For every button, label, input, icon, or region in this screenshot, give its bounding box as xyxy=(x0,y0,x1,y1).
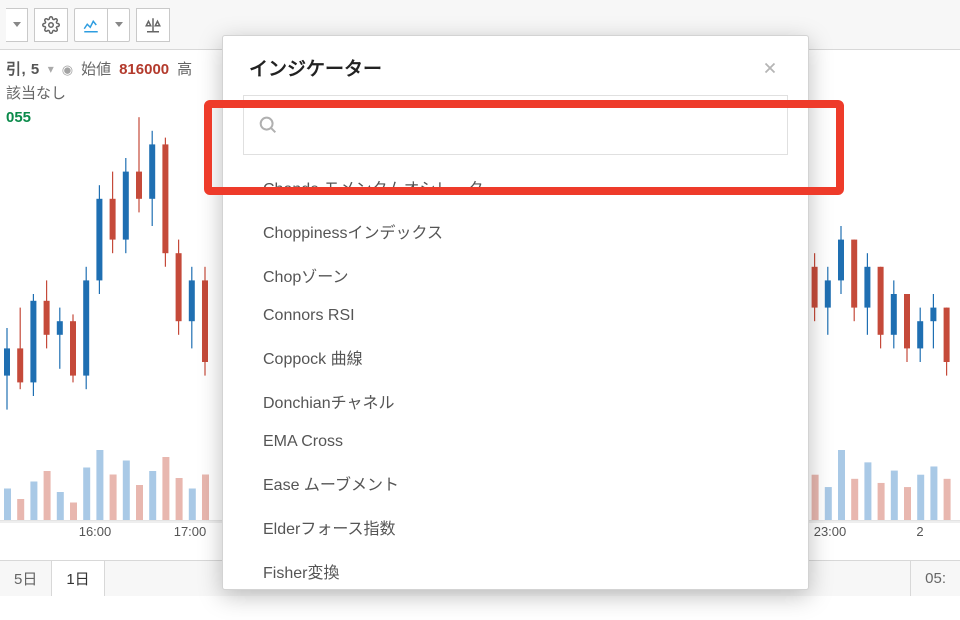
chevron-down-icon[interactable] xyxy=(108,8,130,42)
compare-group xyxy=(136,8,170,42)
xaxis-tick: 2 xyxy=(916,524,923,539)
list-item[interactable]: Coppock 曲線 xyxy=(223,335,808,379)
list-item[interactable]: Choppinessインデックス xyxy=(223,209,808,253)
na-text: 該当なし xyxy=(6,82,66,106)
list-item[interactable]: Elderフォース指数 xyxy=(223,505,808,549)
settings-group xyxy=(34,8,68,42)
search-icon xyxy=(244,114,292,136)
indicators-button[interactable] xyxy=(74,8,108,42)
indicator-list[interactable]: Chande モメンタムオシレーターChoppinessインデックスChopゾー… xyxy=(223,161,808,589)
search-field-wrap xyxy=(243,95,788,155)
close-icon xyxy=(761,59,779,77)
right-time-label: 05: xyxy=(910,561,960,596)
open-label: 始値 xyxy=(81,58,111,82)
indicators-group xyxy=(74,8,130,42)
range-tab-5d[interactable]: 5日 xyxy=(0,561,51,596)
list-item[interactable]: Donchianチャネル xyxy=(223,379,808,423)
list-item[interactable]: Chopゾーン xyxy=(223,253,808,297)
xaxis-tick: 17:00 xyxy=(174,524,207,539)
xaxis-tick: 23:00 xyxy=(814,524,847,539)
green-value: 055 xyxy=(6,106,31,130)
compare-button[interactable] xyxy=(136,8,170,42)
xaxis-tick: 16:00 xyxy=(79,524,112,539)
gear-icon[interactable] xyxy=(34,8,68,42)
eye-icon[interactable]: ◉ xyxy=(62,60,73,81)
ohlc-overlay: 引, 5 ▾ ◉ 始値 816000 高 該当なし 055 xyxy=(6,58,192,130)
range-tab-1d[interactable]: 1日 xyxy=(51,561,104,596)
list-item[interactable]: Fisher変換 xyxy=(223,549,808,589)
list-item[interactable]: Connors RSI xyxy=(223,297,808,335)
dialog-title: インジケーター xyxy=(249,54,758,81)
list-item[interactable]: Ease ムーブメント xyxy=(223,461,808,505)
close-button[interactable] xyxy=(758,56,782,80)
chevron-down-icon[interactable]: ▾ xyxy=(48,60,54,79)
open-value: 816000 xyxy=(119,58,169,82)
dialog-header: インジケーター xyxy=(223,36,808,95)
chevron-down-icon[interactable] xyxy=(6,8,28,42)
list-item[interactable]: Chande モメンタムオシレーター xyxy=(223,165,808,209)
search-input[interactable] xyxy=(292,96,787,154)
high-prefix: 高 xyxy=(177,58,192,82)
symbol-dropdown[interactable] xyxy=(6,8,28,42)
symbol-label: 引, 5 xyxy=(6,58,40,82)
list-item[interactable]: EMA Cross xyxy=(223,423,808,461)
indicators-dialog: インジケーター Chande モメンタムオシレーターChoppinessインデッ… xyxy=(222,35,809,590)
